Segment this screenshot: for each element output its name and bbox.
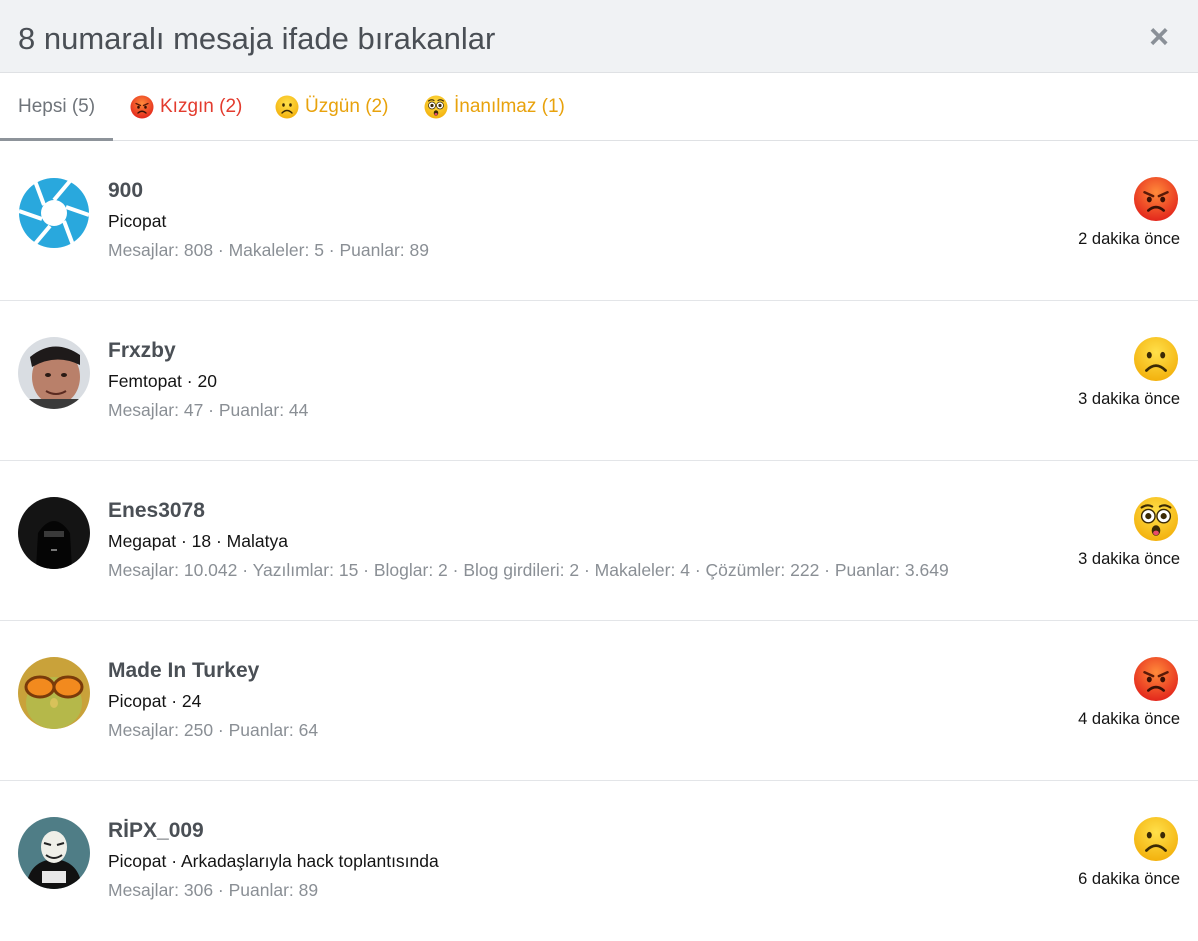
user-stats: Mesajlar: 808 · Makaleler: 5 · Puanlar: …	[108, 240, 429, 260]
user-title: Picopat · Arkadaşlarıyla hack toplantısı…	[108, 851, 439, 871]
tab-astonished-label: İnanılmaz (1)	[454, 95, 565, 117]
avatar[interactable]	[18, 337, 90, 409]
astonished-emoji-icon	[424, 95, 448, 119]
avatar-photo	[18, 657, 90, 729]
tab-sad-label: Üzgün (2)	[305, 95, 389, 117]
close-icon[interactable]: ×	[1146, 20, 1172, 54]
dialog-title: 8 numaralı mesaja ifade bırakanlar	[18, 21, 496, 56]
avatar[interactable]	[18, 657, 90, 729]
list-item: RİPX_009 Picopat · Arkadaşlarıyla hack t…	[0, 781, 1198, 941]
angry-emoji-icon	[1133, 176, 1179, 222]
avatar[interactable]	[18, 177, 90, 249]
tab-all-label: Hepsi (5)	[18, 95, 96, 117]
username-link[interactable]: Made In Turkey	[108, 659, 259, 683]
user-title: Picopat	[108, 211, 167, 231]
list-item: Made In Turkey Picopat · 24 Mesajlar: 25…	[0, 621, 1198, 781]
avatar[interactable]	[18, 497, 90, 569]
reaction-time: 3 dakika önce	[1078, 390, 1180, 408]
tab-astonished[interactable]: İnanılmaz (1)	[424, 73, 565, 140]
user-stats: Mesajlar: 47 · Puanlar: 44	[108, 400, 309, 420]
tab-all[interactable]: Hepsi (5)	[0, 73, 114, 141]
reaction-time: 2 dakika önce	[1078, 230, 1180, 248]
dialog-header: 8 numaralı mesaja ifade bırakanlar ×	[0, 0, 1198, 73]
user-stats: Mesajlar: 10.042 · Yazılımlar: 15 · Blog…	[108, 560, 949, 580]
angry-emoji-icon	[1133, 656, 1179, 702]
user-title: Femtopat · 20	[108, 371, 217, 391]
tab-sad[interactable]: Üzgün (2)	[275, 73, 388, 140]
sad-emoji-icon	[1133, 816, 1179, 862]
user-title: Picopat · 24	[108, 691, 202, 711]
reaction-time: 6 dakika önce	[1078, 870, 1180, 888]
sad-emoji-icon	[275, 95, 299, 119]
username-link[interactable]: 900	[108, 179, 143, 203]
list-item: 900 Picopat Mesajlar: 808 · Makaleler: 5…	[0, 141, 1198, 301]
avatar-photo	[18, 817, 90, 889]
reaction-user-list: 900 Picopat Mesajlar: 808 · Makaleler: 5…	[0, 141, 1198, 941]
sad-emoji-icon	[1133, 336, 1179, 382]
avatar[interactable]	[18, 817, 90, 889]
tab-angry-label: Kızgın (2)	[160, 95, 243, 117]
astonished-emoji-icon	[1133, 496, 1179, 542]
user-title: Megapat · 18 · Malatya	[108, 531, 288, 551]
reaction-tabs: Hepsi (5) Kızgın (2) Üzgün (2) İnanılmaz…	[0, 73, 1198, 141]
user-stats: Mesajlar: 306 · Puanlar: 89	[108, 880, 319, 900]
reaction-time: 4 dakika önce	[1078, 710, 1180, 728]
user-stats: Mesajlar: 250 · Puanlar: 64	[108, 720, 319, 740]
username-link[interactable]: RİPX_009	[108, 819, 204, 843]
reaction-time: 3 dakika önce	[1078, 550, 1180, 568]
list-item: Enes3078 Megapat · 18 · Malatya Mesajlar…	[0, 461, 1198, 621]
avatar-photo	[18, 497, 90, 569]
list-item: Frxzby Femtopat · 20 Mesajlar: 47 · Puan…	[0, 301, 1198, 461]
username-link[interactable]: Enes3078	[108, 499, 205, 523]
avatar-photo	[18, 337, 90, 409]
username-link[interactable]: Frxzby	[108, 339, 176, 363]
tab-angry[interactable]: Kızgın (2)	[130, 73, 242, 140]
aperture-logo-icon	[18, 177, 90, 249]
angry-emoji-icon	[130, 95, 154, 119]
